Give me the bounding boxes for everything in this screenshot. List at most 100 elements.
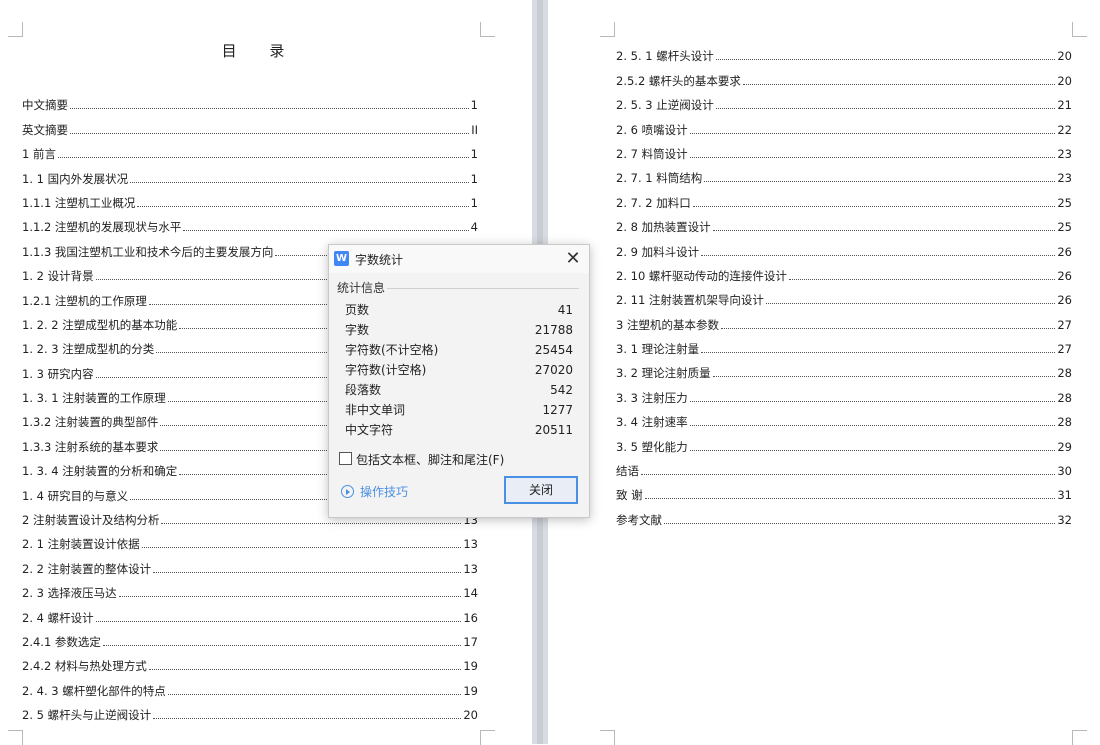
toc-dot-leader <box>689 425 1056 427</box>
toc-entry[interactable]: 3. 3 注射压力 28 <box>616 380 1072 405</box>
toc-dot-leader <box>712 376 1056 378</box>
toc-entry-page: 16 <box>463 610 478 625</box>
toc-entry-page: 19 <box>463 659 478 674</box>
toc-entry[interactable]: 2. 5 螺杆头与止逆阀设计 20 <box>22 698 478 722</box>
toc-entry-page: 4 <box>470 220 478 235</box>
toc-entry[interactable]: 2. 9 加料斗设计 26 <box>616 234 1072 259</box>
dialog-titlebar[interactable]: W 字数统计 ✕ <box>329 245 589 273</box>
toc-entry-page: 1 <box>470 195 478 210</box>
toc-entry[interactable]: 2. 5. 1 螺杆头设计 20 <box>616 39 1072 63</box>
toc-entry-page: 31 <box>1057 488 1072 503</box>
toc-entry-text: 2. 3 选择液压马达 <box>22 586 117 601</box>
toc-entry[interactable]: 3. 1 理论注射量 27 <box>616 332 1072 356</box>
toc-dot-leader <box>704 181 1056 183</box>
toc-dot-leader <box>701 352 1056 354</box>
page-corner-mark <box>1072 730 1087 745</box>
toc-entry-page: 20 <box>463 708 478 723</box>
page-corner-mark <box>8 730 23 745</box>
toc-entry[interactable]: 2. 6 喷嘴设计 22 <box>616 112 1072 137</box>
toc-entry-page: 29 <box>1057 439 1072 454</box>
toc-entry[interactable]: 1. 1 国内外发展状况 1 <box>22 161 478 186</box>
stat-label: 非中文单词 <box>345 403 406 417</box>
toc-dot-leader <box>788 278 1056 280</box>
toc-entry[interactable]: 结语 30 <box>616 454 1072 478</box>
toc-entry[interactable]: 致 谢 31 <box>616 478 1072 502</box>
toc-entry[interactable]: 2. 7. 1 料筒结构 23 <box>616 161 1072 185</box>
toc-entry-text: 2. 7. 1 料筒结构 <box>616 171 703 186</box>
play-circle-icon[interactable] <box>341 485 354 498</box>
toc-entry-page: 20 <box>1057 73 1072 88</box>
toc-entry-text: 中文摘要 <box>22 98 68 113</box>
toc-dot-leader <box>644 498 1056 500</box>
tips-link[interactable]: 操作技巧 <box>360 483 408 500</box>
toc-entry[interactable]: 3. 5 塑化能力 29 <box>616 429 1072 454</box>
toc-entry[interactable]: 英文摘要 II <box>22 112 478 137</box>
toc-entry[interactable]: 2. 4. 3 螺杆塑化部件的特点 19 <box>22 673 478 698</box>
toc-entry[interactable]: 2. 3 选择液压马达 14 <box>22 576 478 600</box>
toc-dot-leader <box>95 620 462 622</box>
toc-entry-page: 28 <box>1057 366 1072 381</box>
toc-entry[interactable]: 2. 5. 3 止逆阀设计 21 <box>616 88 1072 112</box>
toc-entry[interactable]: 3 注塑机的基本参数 27 <box>616 307 1072 332</box>
toc-dot-leader <box>57 157 469 159</box>
toc-entry[interactable]: 2. 1 注射装置设计依据 13 <box>22 527 478 551</box>
page-corner-mark <box>600 22 615 37</box>
toc-dot-leader <box>130 181 469 183</box>
toc-dot-leader <box>692 205 1056 207</box>
dialog-title: 字数统计 <box>355 253 404 267</box>
toc-entry-text: 2. 2 注射装置的整体设计 <box>22 561 152 576</box>
toc-entry[interactable]: 3. 4 注射速率 28 <box>616 405 1072 429</box>
toc-entry[interactable]: 2. 8 加热装置设计 25 <box>616 210 1072 234</box>
toc-entry-page: 23 <box>1057 146 1072 161</box>
toc-dot-leader <box>161 523 462 525</box>
toc-entry-page: 30 <box>1057 464 1072 479</box>
toc-entry-text: 3. 4 注射速率 <box>616 415 688 430</box>
toc-entry[interactable]: 2. 11 注射装置机架导向设计 26 <box>616 283 1072 307</box>
toc-entry-page: II <box>471 122 478 137</box>
close-icon[interactable]: ✕ <box>563 249 583 269</box>
toc-entry-text: 2. 9 加料斗设计 <box>616 244 700 259</box>
toc-dot-leader <box>720 327 1056 329</box>
toc-entry[interactable]: 2.4.2 材料与热处理方式 19 <box>22 649 478 673</box>
toc-entry-page: 13 <box>463 537 478 552</box>
toc-entry-text: 1. 2. 3 注塑成型机的分类 <box>22 342 155 357</box>
toc-dot-leader <box>183 230 469 232</box>
toc-entry[interactable]: 3. 2 理论注射质量 28 <box>616 356 1072 380</box>
toc-entry-text: 2. 1 注射装置设计依据 <box>22 537 140 552</box>
toc-entry[interactable]: 2. 2 注射装置的整体设计 13 <box>22 551 478 576</box>
toc-entry[interactable]: 1.1.2 注塑机的发展现状与水平 4 <box>22 210 478 234</box>
toc-entry[interactable]: 2. 7. 2 加料口 25 <box>616 185 1072 210</box>
toc-entry-text: 1.1.1 注塑机工业概况 <box>22 195 136 210</box>
toc-entry[interactable]: 2. 4 螺杆设计 16 <box>22 600 478 625</box>
toc-entry[interactable]: 2. 10 螺杆驱动传动的连接件设计 26 <box>616 259 1072 283</box>
include-textbox-label[interactable]: 包括文本框、脚注和尾注(F) <box>356 451 504 468</box>
toc-entry-page: 27 <box>1057 317 1072 332</box>
stat-label: 页数 <box>345 303 370 317</box>
stat-row-pages: 页数 41 <box>345 300 573 320</box>
toc-entry[interactable]: 1.1.1 注塑机工业概况 1 <box>22 186 478 210</box>
toc-entry-text: 1. 3. 1 注射装置的工作原理 <box>22 391 166 406</box>
stat-value: 27020 <box>534 363 573 377</box>
toc-entry[interactable]: 2.5.2 螺杆头的基本要求 20 <box>616 63 1072 88</box>
close-button[interactable]: 关闭 <box>504 476 578 504</box>
toc-entry[interactable]: 参考文献 32 <box>616 502 1072 527</box>
toc-entry-text: 2. 8 加热装置设计 <box>616 220 711 235</box>
toc-entry-text: 1. 4 研究目的与意义 <box>22 488 129 503</box>
toc-entry-text: 1 前言 <box>22 147 56 162</box>
stat-label: 中文字符 <box>345 423 394 437</box>
toc-entry[interactable]: 1 前言 1 <box>22 137 478 161</box>
stat-row-chinese-chars: 中文字符 20511 <box>345 420 573 440</box>
toc-dot-leader <box>689 400 1056 402</box>
toc-dot-leader <box>712 230 1056 232</box>
toc-title: 目 录 <box>221 42 299 60</box>
stat-value: 20511 <box>534 423 573 437</box>
include-textbox-checkbox[interactable] <box>339 452 352 465</box>
toc-entry[interactable]: 中文摘要 1 <box>22 88 478 112</box>
toc-entry-text: 1. 2. 2 注塑成型机的基本功能 <box>22 317 178 332</box>
page-corner-mark <box>480 730 495 745</box>
toc-dot-leader <box>70 132 470 134</box>
toc-dot-leader <box>153 571 462 573</box>
toc-entry[interactable]: 2.4.1 参数选定 17 <box>22 625 478 649</box>
toc-entry-page: 1 <box>470 98 478 113</box>
toc-entry[interactable]: 2. 7 料筒设计 23 <box>616 137 1072 161</box>
